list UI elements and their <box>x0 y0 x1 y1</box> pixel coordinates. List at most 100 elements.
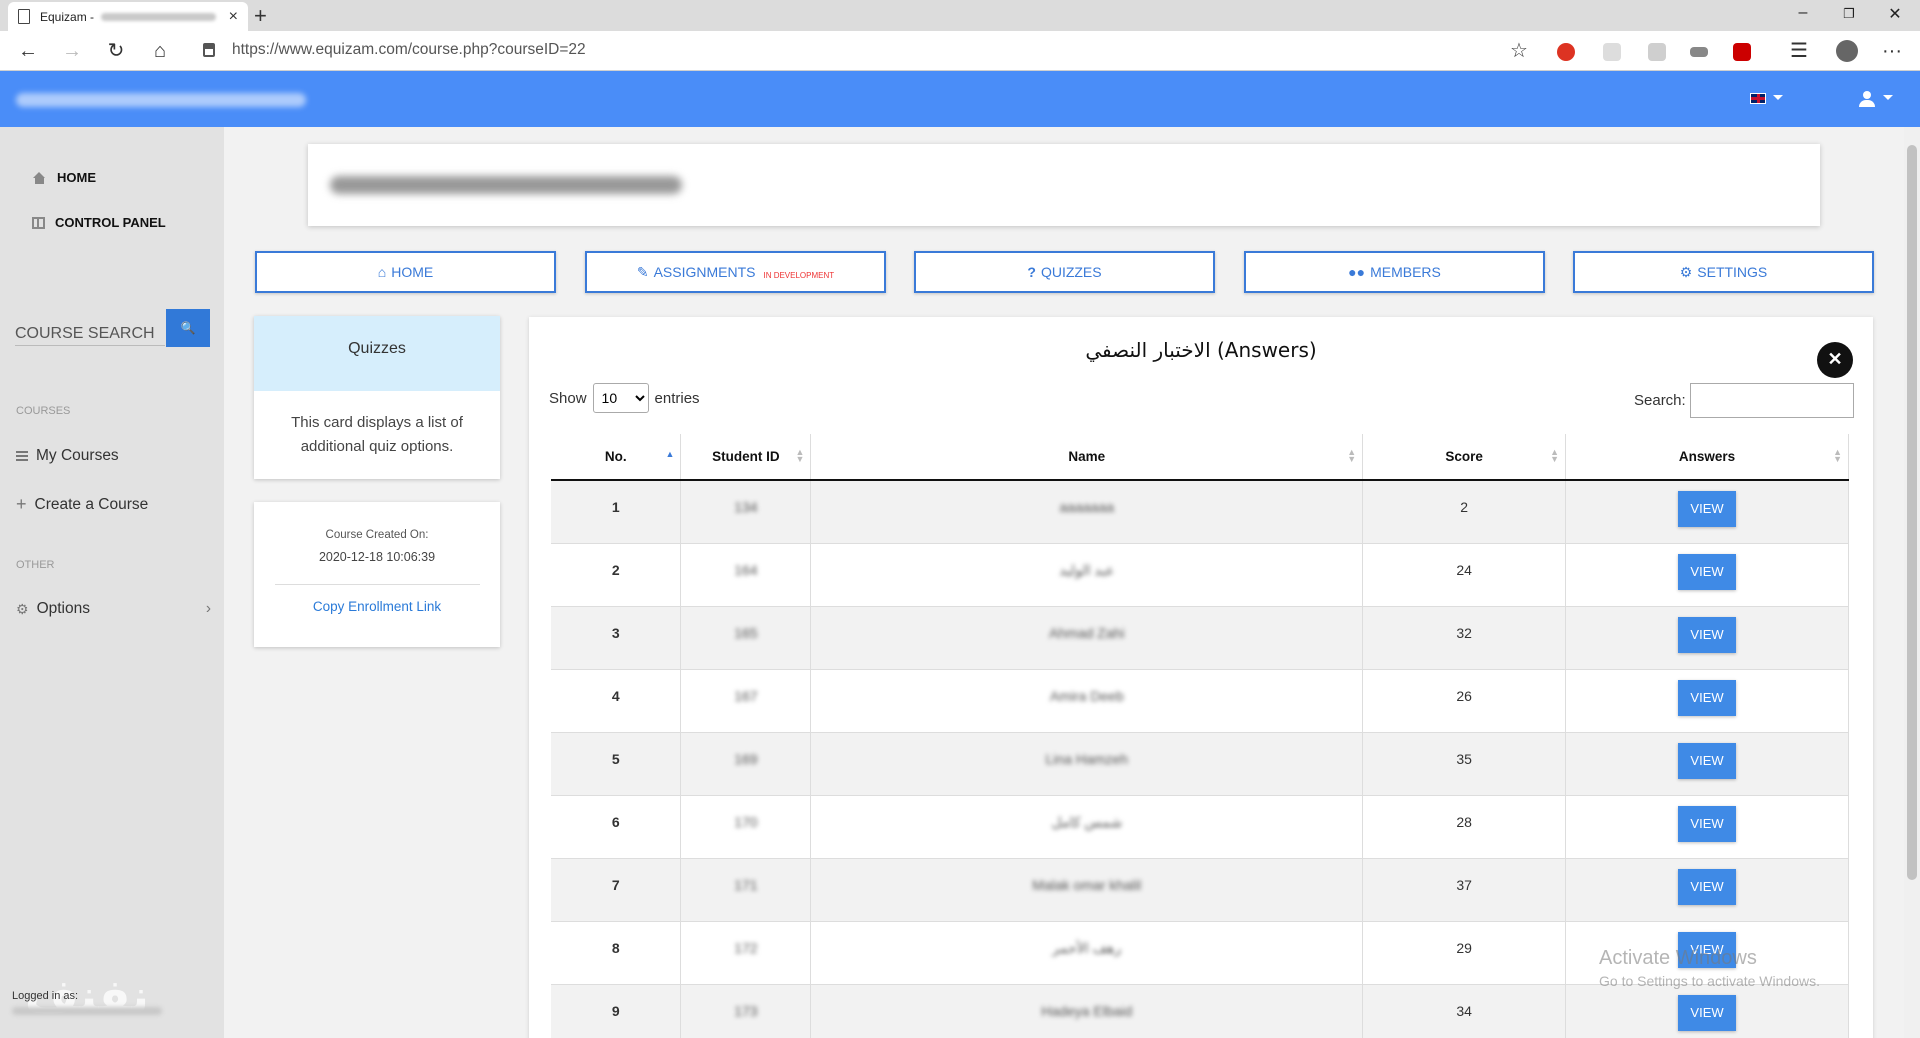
score: 37 <box>1362 858 1567 922</box>
answers-cell: VIEW <box>1565 858 1849 922</box>
chevron-right-icon: › <box>205 600 211 617</box>
nav-label: ASSIGNMENTS <box>653 264 756 280</box>
new-tab-button[interactable]: + <box>254 3 267 29</box>
tab-close-icon[interactable]: × <box>229 8 238 26</box>
extension-icon-2[interactable] <box>1690 47 1708 57</box>
show-label: Show <box>549 389 587 407</box>
search-input[interactable] <box>1689 383 1854 418</box>
course-title <box>330 176 682 194</box>
back-button[interactable]: ← <box>11 37 45 65</box>
close-icon[interactable]: ✕ <box>1817 342 1853 378</box>
brand-title[interactable] <box>16 93 306 107</box>
page-scrollbar[interactable] <box>1904 127 1920 1038</box>
view-answers-button[interactable]: VIEW <box>1678 805 1737 842</box>
gear-icon: ⚙ <box>1679 263 1693 280</box>
entries-label: entries <box>654 389 700 407</box>
home-button[interactable]: ⌂ <box>143 37 177 65</box>
answers-cell: VIEW <box>1565 480 1849 544</box>
row-number: 6 <box>551 795 682 859</box>
row-number: 8 <box>551 921 682 985</box>
view-answers-button[interactable]: VIEW <box>1678 679 1737 716</box>
favorite-star-icon[interactable]: ☆ <box>1502 37 1536 65</box>
user-icon[interactable] <box>1859 91 1875 107</box>
col-answers[interactable]: Answers ▲ ▼ <box>1565 434 1849 481</box>
nav-home-button[interactable]: ⌂ HOME <box>255 251 556 293</box>
panel-icon <box>32 216 45 229</box>
language-flag-icon[interactable] <box>1750 93 1766 104</box>
sidebar-item-label: CONTROL PANEL <box>55 215 166 230</box>
scrollbar-thumb[interactable] <box>1907 145 1917 880</box>
view-answers-button[interactable]: VIEW <box>1678 616 1737 653</box>
page-icon <box>18 9 30 24</box>
user-caret-icon[interactable] <box>1883 95 1893 100</box>
answers-cell: VIEW <box>1565 543 1849 607</box>
table-row: 9 173 Hadeya Elbaid 34 VIEW <box>551 984 1849 1038</box>
sidebar-item-home[interactable]: HOME <box>32 170 96 185</box>
student-id: 169 <box>680 732 812 796</box>
reload-button[interactable]: ↻ <box>99 37 133 65</box>
entries-select[interactable]: 10 <box>592 383 649 413</box>
language-caret-icon[interactable] <box>1773 95 1783 100</box>
answers-card: الاختبار النصفي (Answers) ✕ Show 10 entr… <box>529 317 1873 1038</box>
nav-label: MEMBERS <box>1370 264 1441 280</box>
sidebar-item-create-course[interactable]: + Create a Course <box>16 494 148 515</box>
nav-label: SETTINGS <box>1697 264 1768 280</box>
nav-label: QUIZZES <box>1040 264 1102 280</box>
window-close-button[interactable]: ✕ <box>1872 4 1918 24</box>
sidebar-item-control-panel[interactable]: CONTROL PANEL <box>32 215 166 230</box>
url-field[interactable]: https://www.equizam.com/course.php?cours… <box>232 41 586 59</box>
show-entries: Show 10 entries <box>549 383 700 413</box>
nav-assignments-button[interactable]: ✎ ASSIGNMENTS IN DEVELOPMENT <box>585 251 886 293</box>
col-name[interactable]: Name ▲ ▼ <box>810 434 1364 481</box>
quizzes-card: Quizzes This card displays a list of add… <box>254 316 500 479</box>
copy-enrollment-link[interactable]: Copy Enrollment Link <box>254 599 500 614</box>
row-number: 9 <box>551 984 682 1038</box>
created-label: Course Created On: <box>325 529 429 541</box>
pdf-extension-icon[interactable] <box>1733 43 1751 61</box>
extension-icon[interactable] <box>1648 43 1666 61</box>
student-id: 171 <box>680 858 812 922</box>
student-id: 170 <box>680 795 812 859</box>
score: 29 <box>1362 921 1567 985</box>
table-row: 2 164 عبد الوليد 24 VIEW <box>551 543 1849 607</box>
course-search-input[interactable]: COURSE SEARCH <box>15 325 165 346</box>
divider <box>274 584 480 585</box>
minimize-button[interactable]: – <box>1780 4 1826 22</box>
student-name: Hadeya Elbaid <box>810 984 1364 1038</box>
course-search-button[interactable]: 🔍 <box>166 309 210 347</box>
browser-tab[interactable]: Equizam - × <box>8 2 248 31</box>
course-info-card: Course Created On: 2020-12-18 10:06:39 C… <box>254 502 500 647</box>
score: 24 <box>1362 543 1567 607</box>
nav-quizzes-button[interactable]: ? QUIZZES <box>914 251 1215 293</box>
nav-members-button[interactable]: ●● MEMBERS <box>1244 251 1545 293</box>
sidebar-item-label: HOME <box>57 170 96 185</box>
shield-extension-icon[interactable] <box>1603 43 1621 61</box>
logged-in-label: Logged in as: <box>12 990 79 1002</box>
view-answers-button[interactable]: VIEW <box>1678 994 1737 1031</box>
more-menu-icon[interactable]: ··· <box>1875 37 1909 65</box>
adblock-extension-icon[interactable] <box>1557 43 1575 61</box>
sidebar-item-options[interactable]: ⚙ Options › <box>16 600 211 618</box>
pencil-icon: ✎ <box>636 263 649 280</box>
maximize-button[interactable]: ❐ <box>1826 6 1872 22</box>
col-no[interactable]: No. ▲ <box>551 434 682 481</box>
col-score[interactable]: Score ▲ ▼ <box>1362 434 1567 481</box>
browser-tab-bar: Equizam - × + – ❐ ✕ <box>0 0 1920 31</box>
tab-title: Equizam - <box>40 10 229 24</box>
row-number: 4 <box>551 669 682 733</box>
view-answers-button[interactable]: VIEW <box>1678 491 1737 527</box>
sidebar-item-my-courses[interactable]: My Courses <box>16 447 119 465</box>
table-row: 7 171 Malak omar khalil 37 VIEW <box>551 858 1849 922</box>
windows-activation-subtext: Go to Settings to activate Windows. <box>1599 973 1820 989</box>
view-answers-button[interactable]: VIEW <box>1678 742 1737 779</box>
view-answers-button[interactable]: VIEW <box>1678 868 1737 905</box>
forward-button[interactable]: → <box>55 37 89 65</box>
nav-settings-button[interactable]: ⚙ SETTINGS <box>1573 251 1874 293</box>
profile-avatar[interactable] <box>1836 40 1858 62</box>
view-answers-button[interactable]: VIEW <box>1678 553 1737 590</box>
sidebar-item-label: Options <box>36 600 90 617</box>
address-bar: ← → ↻ ⌂ https://www.equizam.com/course.p… <box>0 31 1920 71</box>
other-section-label: OTHER <box>16 559 55 571</box>
favorites-icon[interactable]: ☰ <box>1782 37 1816 65</box>
col-student-id[interactable]: Student ID ▲ ▼ <box>680 434 812 481</box>
